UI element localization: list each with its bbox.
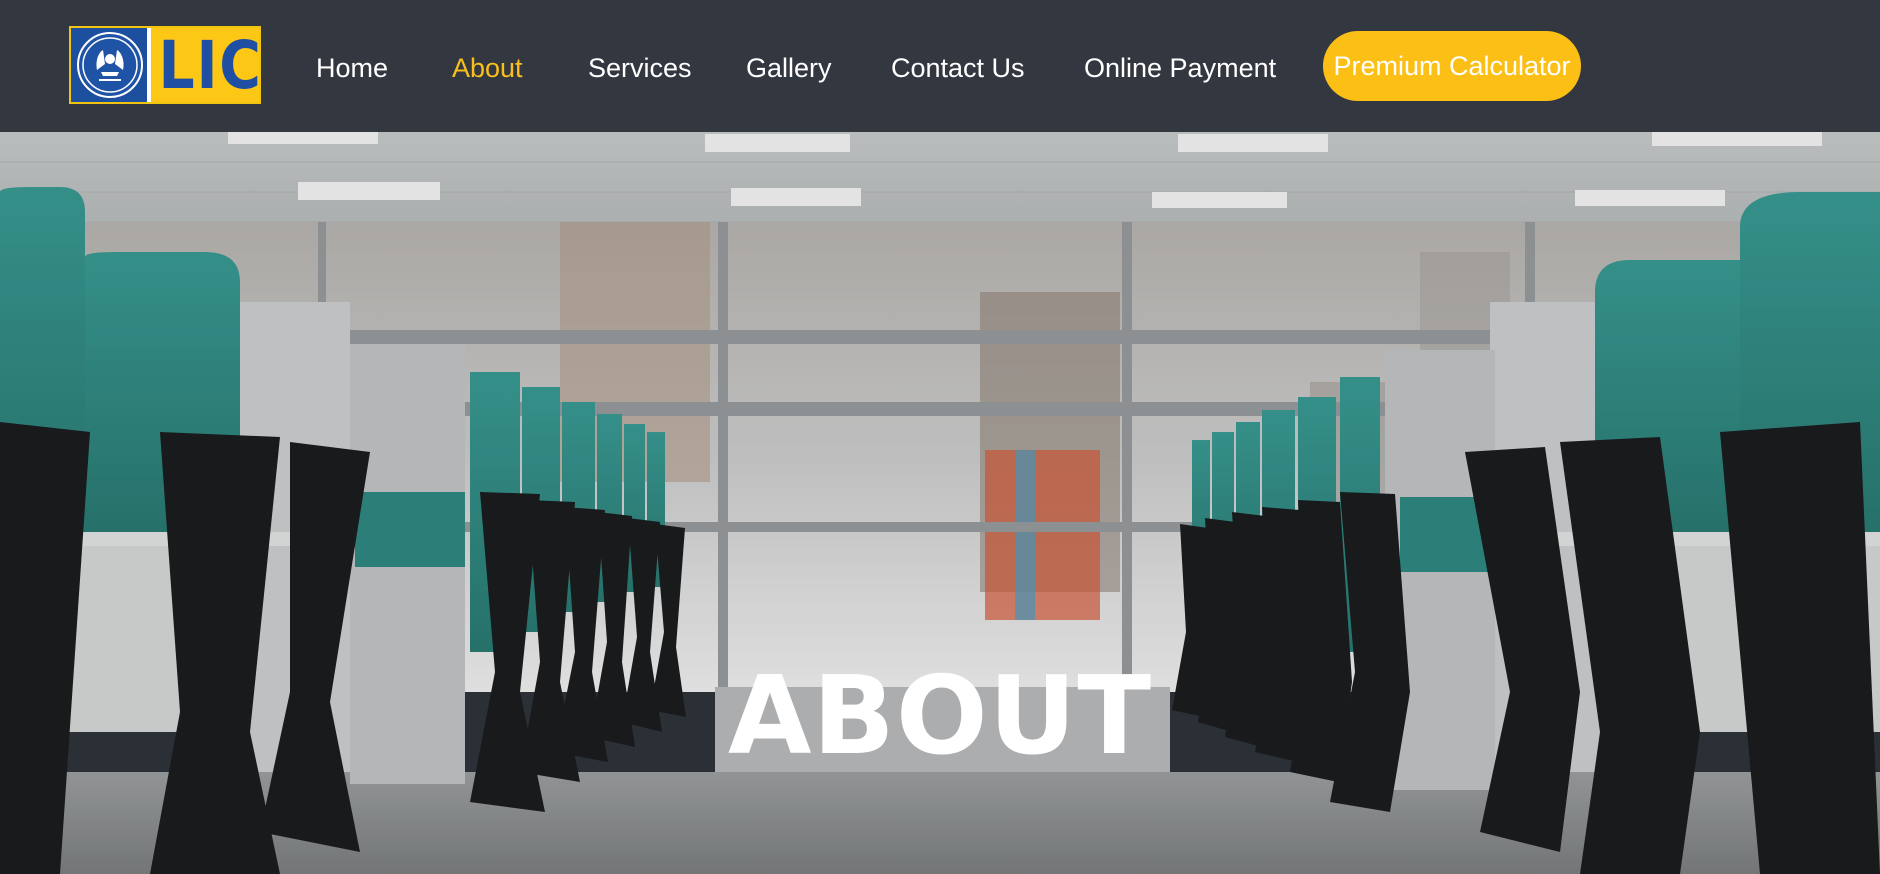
- nav-about[interactable]: About: [452, 49, 523, 87]
- nav-home[interactable]: Home: [316, 49, 388, 87]
- site-header: LIC Home About Services Gallery Contact …: [0, 0, 1880, 132]
- nav-contact-us[interactable]: Contact Us: [891, 49, 1025, 87]
- page-title: ABOUT: [727, 654, 1153, 779]
- lic-logo[interactable]: LIC: [69, 26, 261, 104]
- nav-online-payment[interactable]: Online Payment: [1084, 49, 1276, 87]
- hero-banner: ABOUT: [0, 132, 1880, 874]
- nav-services[interactable]: Services: [588, 49, 692, 87]
- lic-emblem-icon: [77, 32, 143, 98]
- nav-gallery[interactable]: Gallery: [746, 49, 832, 87]
- premium-calculator-button[interactable]: Premium Calculator: [1323, 31, 1581, 101]
- logo-text: LIC: [158, 27, 263, 104]
